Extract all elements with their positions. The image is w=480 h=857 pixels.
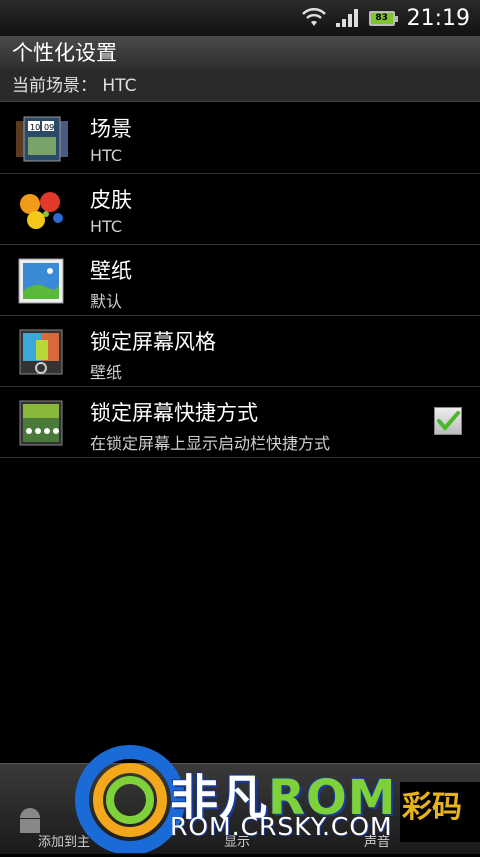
item-title: 锁定屏幕快捷方式 [90, 401, 258, 425]
svg-text:09: 09 [44, 123, 54, 132]
list-item-lockscreen-style[interactable]: 锁定屏幕风格 壁纸 [0, 316, 480, 387]
scene-thumbnail-icon: 10 09 [16, 115, 68, 163]
wallpaper-icon [16, 257, 68, 305]
item-title: 锁定屏幕风格 [90, 330, 216, 354]
battery-level: 83 [368, 10, 398, 26]
item-subtitle: 默认 [90, 292, 123, 311]
wifi-icon [301, 8, 327, 28]
signal-icon [335, 8, 361, 28]
battery-icon: 83 [368, 10, 398, 26]
watermark-url: ROM.CRSKY.COM [170, 812, 393, 841]
skin-paint-icon [16, 186, 68, 234]
item-title: 场景 [90, 117, 132, 141]
list-item-lockscreen-shortcut[interactable]: 锁定屏幕快捷方式 在锁定屏幕上显示启动栏快捷方式 [0, 387, 480, 458]
list-item-skin[interactable]: 皮肤 HTC [0, 174, 480, 245]
item-subtitle: HTC [90, 217, 123, 236]
shortcut-checkbox[interactable] [434, 407, 462, 435]
page-title: 个性化设置 [0, 36, 480, 70]
watermark-right-text: 彩码 [402, 790, 462, 825]
item-subtitle: 壁纸 [90, 363, 123, 382]
current-scene: 当前场景： HTC [0, 70, 480, 102]
svg-text:10: 10 [30, 123, 40, 132]
status-bar: 83 21:19 [0, 0, 480, 36]
item-subtitle: 在锁定屏幕上显示启动栏快捷方式 [90, 434, 331, 453]
checkmark-icon [437, 411, 460, 432]
list-item-scene[interactable]: 10 09 场景 HTC [0, 103, 480, 174]
list-item-wallpaper[interactable]: 壁纸 默认 [0, 245, 480, 316]
lockscreen-style-icon [16, 328, 68, 376]
clock: 21:19 [406, 5, 470, 31]
item-title: 壁纸 [90, 259, 132, 283]
settings-list: 10 09 场景 HTC 皮肤 HTC 壁纸 默认 锁定屏幕风格 壁纸 锁定屏幕… [0, 103, 480, 458]
item-title: 皮肤 [90, 188, 132, 212]
lockscreen-shortcut-icon [16, 399, 68, 447]
item-subtitle: HTC [90, 146, 123, 165]
